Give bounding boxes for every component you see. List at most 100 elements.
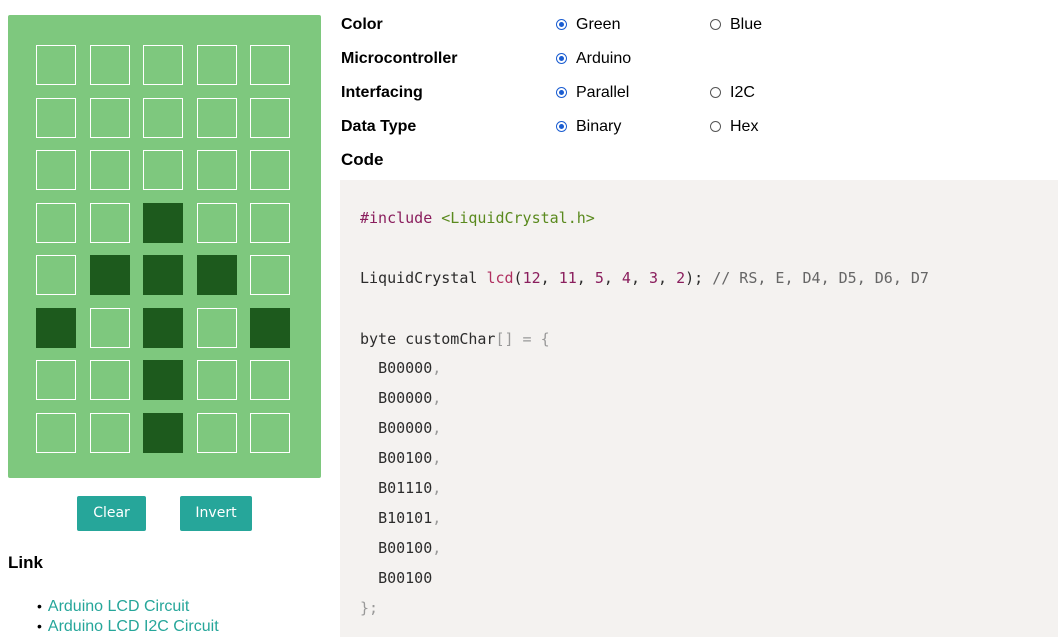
radio-label: Green bbox=[576, 16, 621, 33]
byte-row-line: B00000, bbox=[378, 419, 442, 437]
radio-checked-icon[interactable] bbox=[556, 53, 567, 64]
code-comment: // RS, E, D4, D5, D6, D7 bbox=[703, 269, 929, 287]
link-heading: Link bbox=[8, 553, 43, 572]
lcd-custom-character-generator: Clear Invert Link Arduino LCD Circuit Ar… bbox=[0, 0, 1058, 637]
lcd-pixel[interactable] bbox=[250, 307, 290, 348]
code-token: 4 bbox=[621, 269, 631, 287]
lcd-character-grid bbox=[8, 15, 321, 478]
arduino-lcd-i2c-circuit-link[interactable]: Arduino LCD I2C Circuit bbox=[48, 618, 219, 635]
include-line: #include <LiquidCrystal.h> bbox=[360, 209, 595, 227]
interfacing-parallel-radio[interactable]: Parallel bbox=[556, 84, 629, 102]
data-type-label: Data Type bbox=[341, 118, 417, 135]
byte-value: B00100 bbox=[378, 569, 433, 587]
lcd-pixel[interactable] bbox=[196, 307, 237, 348]
lcd-pixel[interactable] bbox=[143, 150, 183, 190]
lcd-pixel[interactable] bbox=[143, 97, 183, 138]
radio-checked-icon[interactable] bbox=[556, 19, 567, 30]
radio-label: Binary bbox=[576, 118, 622, 135]
radio-label: Parallel bbox=[576, 84, 630, 101]
interfacing-i2c-radio[interactable]: I2C bbox=[710, 84, 755, 102]
lcd-declaration-line: LiquidCrystal lcd(12, 11, 5, 4, 3, 2); /… bbox=[360, 269, 929, 287]
byte-value: B01110 bbox=[378, 479, 433, 497]
lcd-pixel[interactable] bbox=[89, 412, 130, 453]
lcd-pixel[interactable] bbox=[89, 202, 130, 243]
lcd-pixel[interactable] bbox=[250, 150, 290, 190]
radio-unchecked-icon[interactable] bbox=[710, 121, 721, 132]
lcd-pixel[interactable] bbox=[196, 255, 237, 295]
lcd-pixel[interactable] bbox=[143, 307, 183, 348]
lcd-pixel[interactable] bbox=[36, 412, 76, 453]
code-token: <LiquidCrystal.h> bbox=[441, 209, 595, 227]
lcd-pixel[interactable] bbox=[36, 97, 76, 138]
code-heading: Code bbox=[341, 150, 384, 169]
array-close-line: }; bbox=[360, 599, 379, 617]
link-list: Arduino LCD Circuit Arduino LCD I2C Circ… bbox=[8, 596, 219, 636]
arduino-lcd-circuit-link[interactable]: Arduino LCD Circuit bbox=[48, 598, 189, 615]
lcd-pixel[interactable] bbox=[36, 150, 76, 190]
lcd-pixel[interactable] bbox=[36, 307, 76, 348]
lcd-pixel[interactable] bbox=[250, 45, 290, 85]
color-green-radio[interactable]: Green bbox=[556, 16, 620, 34]
code-token: ( bbox=[513, 269, 523, 287]
lcd-pixel[interactable] bbox=[143, 255, 183, 295]
invert-button[interactable]: Invert bbox=[180, 496, 252, 531]
byte-row-line: B00000, bbox=[378, 389, 442, 407]
code-token: 11 bbox=[558, 269, 577, 287]
lcd-pixel[interactable] bbox=[89, 150, 130, 190]
lcd-pixel[interactable] bbox=[36, 360, 76, 400]
code-token: ); bbox=[685, 269, 704, 287]
lcd-pixel[interactable] bbox=[89, 255, 130, 295]
code-token: byte customChar bbox=[360, 330, 496, 348]
color-label: Color bbox=[341, 16, 383, 33]
lcd-pixel[interactable] bbox=[36, 202, 76, 243]
byte-value: B00100 bbox=[378, 539, 433, 557]
radio-label: I2C bbox=[730, 84, 755, 101]
color-blue-radio[interactable]: Blue bbox=[710, 16, 762, 34]
lcd-pixel[interactable] bbox=[250, 412, 290, 453]
lcd-pixel[interactable] bbox=[250, 97, 290, 138]
data-type-hex-radio[interactable]: Hex bbox=[710, 118, 758, 136]
radio-unchecked-icon[interactable] bbox=[710, 19, 721, 30]
lcd-pixel[interactable] bbox=[196, 412, 237, 453]
byte-row-line: B00000, bbox=[378, 359, 442, 377]
lcd-pixel[interactable] bbox=[250, 202, 290, 243]
radio-checked-icon[interactable] bbox=[556, 87, 567, 98]
microcontroller-label: Microcontroller bbox=[341, 50, 458, 67]
microcontroller-arduino-radio[interactable]: Arduino bbox=[556, 50, 631, 68]
byte-row-line: B00100, bbox=[378, 539, 442, 557]
byte-row-line: B00100, bbox=[378, 449, 442, 467]
code-token: [] bbox=[495, 330, 514, 348]
lcd-pixel[interactable] bbox=[36, 45, 76, 85]
lcd-pixel[interactable] bbox=[250, 360, 290, 400]
radio-label: Hex bbox=[730, 118, 759, 135]
lcd-pixel[interactable] bbox=[89, 97, 130, 138]
lcd-pixel[interactable] bbox=[250, 255, 290, 295]
radio-checked-icon[interactable] bbox=[556, 121, 567, 132]
code-token: 2 bbox=[676, 269, 686, 287]
lcd-pixel[interactable] bbox=[89, 307, 130, 348]
code-token: 3 bbox=[649, 269, 659, 287]
data-type-binary-radio[interactable]: Binary bbox=[556, 118, 621, 136]
lcd-pixel[interactable] bbox=[196, 202, 237, 243]
lcd-pixel[interactable] bbox=[89, 45, 130, 85]
lcd-pixel[interactable] bbox=[143, 202, 183, 243]
lcd-pixel[interactable] bbox=[89, 360, 130, 400]
code-token: 5 bbox=[594, 269, 604, 287]
lcd-pixel[interactable] bbox=[36, 255, 76, 295]
code-token: #include bbox=[360, 209, 433, 227]
byte-row-line: B10101, bbox=[378, 509, 442, 527]
lcd-pixel[interactable] bbox=[143, 360, 183, 400]
lcd-pixel[interactable] bbox=[196, 360, 237, 400]
code-block: #include <LiquidCrystal.h> LiquidCrystal… bbox=[340, 180, 1058, 637]
lcd-pixel[interactable] bbox=[143, 45, 183, 85]
lcd-pixel[interactable] bbox=[196, 97, 237, 138]
code-token: lcd bbox=[486, 269, 514, 287]
radio-unchecked-icon[interactable] bbox=[710, 87, 721, 98]
lcd-pixel[interactable] bbox=[196, 45, 237, 85]
lcd-pixel[interactable] bbox=[143, 412, 183, 453]
byte-row-line: B00100 bbox=[360, 569, 432, 587]
radio-label: Arduino bbox=[576, 50, 632, 67]
lcd-pixel[interactable] bbox=[196, 150, 237, 190]
interfacing-label: Interfacing bbox=[341, 84, 423, 101]
clear-button[interactable]: Clear bbox=[77, 496, 146, 531]
